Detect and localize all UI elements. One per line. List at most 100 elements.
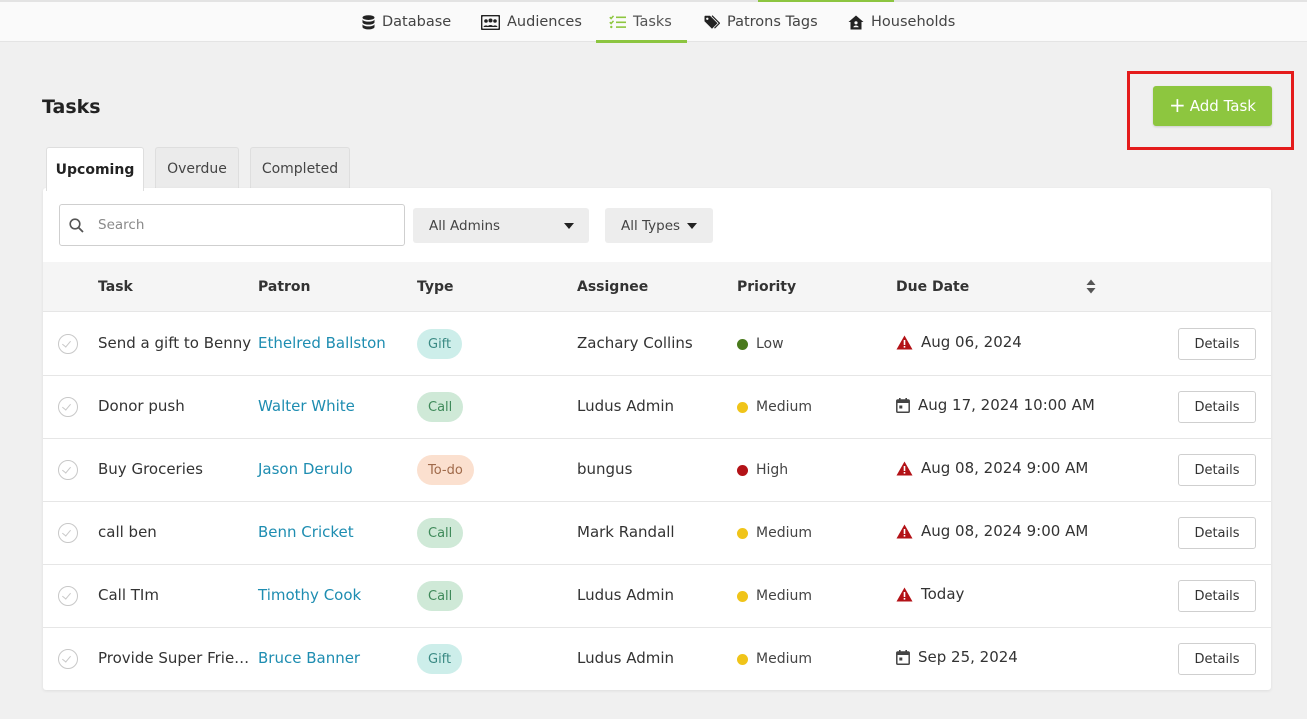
task-name: Send a gift to Benny (98, 334, 252, 352)
patron-link[interactable]: Ethelred Ballston (258, 334, 386, 352)
priority-dot-icon (737, 653, 748, 665)
type-badge: Gift (417, 644, 463, 674)
nav-item-audiences[interactable]: Audiences (481, 2, 582, 42)
task-name: Provide Super Friends (98, 649, 252, 667)
priority-indicator: High (737, 462, 788, 478)
details-button[interactable]: Details (1178, 643, 1256, 675)
types-filter-value: All Types (621, 217, 681, 234)
table-row: Call TIm Timothy Cook Call Ludus Admin M… (43, 565, 1271, 628)
details-button[interactable]: Details (1178, 580, 1256, 612)
tasks-card: All Admins All Types Task Patron Type As… (43, 188, 1271, 690)
details-button[interactable]: Details (1178, 517, 1256, 549)
type-badge: Call (417, 581, 464, 611)
add-task-label: Add Task (1189, 97, 1256, 115)
add-task-button[interactable]: + Add Task (1153, 86, 1272, 126)
assignee-name: Mark Randall (577, 523, 675, 541)
table-row: Buy Groceries Jason Derulo To-do bungus … (43, 439, 1271, 502)
nav-label-households: Households (871, 14, 956, 30)
patron-link[interactable]: Walter White (258, 397, 355, 415)
complete-checkbox[interactable] (58, 334, 78, 354)
type-badge: To-do (417, 455, 474, 485)
column-header-assignee[interactable]: Assignee (577, 279, 648, 295)
search-input[interactable] (60, 205, 404, 245)
table-row: Provide Super Friends Bruce Banner Gift … (43, 628, 1271, 691)
nav-item-tasks[interactable]: Tasks (596, 2, 687, 43)
tab-upcoming[interactable]: Upcoming (46, 147, 144, 191)
complete-checkbox[interactable] (58, 523, 78, 543)
due-date: Sep 25, 2024 (896, 648, 1018, 666)
complete-checkbox[interactable] (58, 649, 78, 669)
nav-item-database[interactable]: Database (362, 2, 451, 42)
priority-dot-icon (737, 527, 748, 539)
due-date-text: Sep 25, 2024 (918, 648, 1018, 666)
table-row: Donor push Walter White Call Ludus Admin… (43, 376, 1271, 439)
table-row: call ben Benn Cricket Call Mark Randall … (43, 502, 1271, 565)
patron-link[interactable]: Timothy Cook (258, 586, 361, 604)
due-date: Today (896, 585, 964, 603)
nav-label-database: Database (382, 14, 452, 30)
nav-label-patrons-tags: Patrons Tags (727, 14, 818, 30)
priority-dot-icon (737, 338, 748, 350)
assignee-name: Ludus Admin (577, 586, 675, 604)
patron-link[interactable]: Jason Derulo (258, 460, 353, 478)
due-date: Aug 17, 2024 10:00 AM (896, 396, 1095, 414)
admins-filter-dropdown[interactable]: All Admins (413, 208, 589, 243)
tag-icon (704, 14, 720, 29)
priority-indicator: Medium (737, 399, 812, 415)
task-name: Donor push (98, 397, 185, 415)
priority-indicator: Low (737, 336, 784, 352)
details-button[interactable]: Details (1178, 328, 1256, 360)
nav-label-audiences: Audiences (507, 14, 582, 30)
due-date-text: Aug 08, 2024 9:00 AM (921, 522, 1089, 540)
task-name: call ben (98, 523, 157, 541)
due-date-text: Aug 08, 2024 9:00 AM (921, 459, 1089, 477)
complete-checkbox[interactable] (58, 397, 78, 417)
assignee-name: Ludus Admin (577, 397, 675, 415)
type-badge: Gift (417, 329, 463, 359)
priority-indicator: Medium (737, 588, 812, 604)
details-button[interactable]: Details (1178, 391, 1256, 423)
sort-icon[interactable] (1086, 279, 1096, 294)
priority-label: Medium (756, 588, 812, 604)
audiences-icon (481, 14, 500, 30)
priority-dot-icon (737, 590, 748, 602)
details-button[interactable]: Details (1178, 454, 1256, 486)
column-header-priority[interactable]: Priority (737, 279, 796, 295)
household-icon (848, 15, 864, 29)
tab-completed[interactable]: Completed (250, 147, 350, 189)
nav-item-patrons-tags[interactable]: Patrons Tags (704, 2, 818, 42)
table-row: Send a gift to Benny Ethelred Ballston G… (43, 313, 1271, 376)
warning-icon (896, 587, 913, 601)
warning-icon (896, 524, 913, 538)
type-badge: Call (417, 518, 464, 548)
priority-label: Medium (756, 525, 812, 541)
task-name: Call TIm (98, 586, 159, 604)
tab-overdue[interactable]: Overdue (155, 147, 239, 189)
top-navigation: Database Audiences Tasks Patrons Tags Ho… (0, 0, 1307, 43)
task-name: Buy Groceries (98, 460, 203, 478)
tasks-icon (609, 15, 626, 29)
due-date-text: Aug 06, 2024 (921, 333, 1022, 351)
column-header-task[interactable]: Task (98, 279, 133, 295)
patron-link[interactable]: Bruce Banner (258, 649, 360, 667)
page-title: Tasks (42, 96, 101, 118)
priority-indicator: Medium (737, 651, 812, 667)
assignee-name: Zachary Collins (577, 334, 693, 352)
priority-dot-icon (737, 464, 748, 476)
due-date: Aug 08, 2024 9:00 AM (896, 522, 1088, 540)
patron-link[interactable]: Benn Cricket (258, 523, 354, 541)
priority-dot-icon (737, 401, 748, 413)
assignee-name: bungus (577, 460, 633, 478)
complete-checkbox[interactable] (58, 460, 78, 480)
column-header-patron[interactable]: Patron (258, 279, 311, 295)
nav-item-households[interactable]: Households (848, 2, 955, 42)
column-header-type[interactable]: Type (417, 279, 454, 295)
due-date: Aug 06, 2024 (896, 333, 1022, 351)
database-icon (362, 14, 375, 29)
due-date-text: Aug 17, 2024 10:00 AM (918, 396, 1095, 414)
column-header-due-date[interactable]: Due Date (896, 279, 969, 295)
complete-checkbox[interactable] (58, 586, 78, 606)
types-filter-dropdown[interactable]: All Types (605, 208, 713, 243)
calendar-icon (896, 397, 910, 413)
assignee-name: Ludus Admin (577, 649, 675, 667)
